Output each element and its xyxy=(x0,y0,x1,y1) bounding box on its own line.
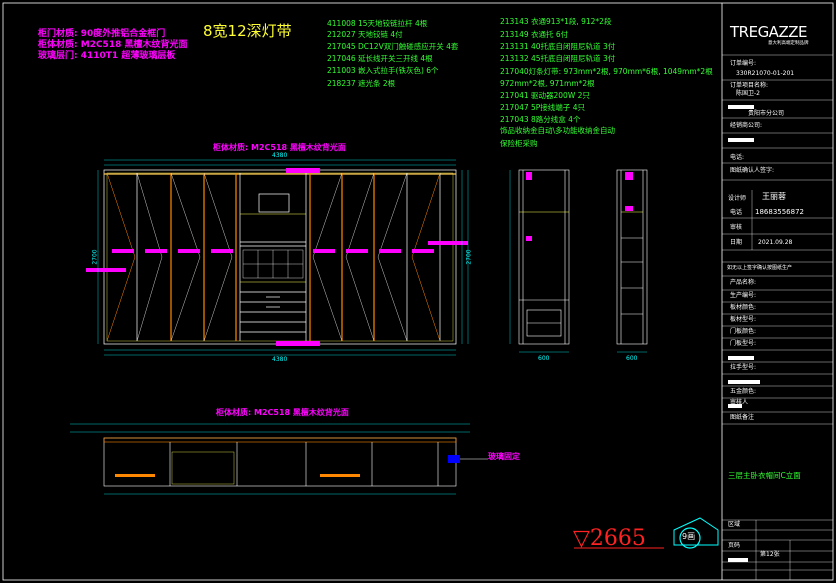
parts-right-1: 213149 衣通托 6付 xyxy=(500,30,569,39)
parts-right-8: 217043 8路分线盒 4个 xyxy=(500,115,581,124)
date-value: 2021.09.28 xyxy=(758,239,793,246)
parts-left-5: 218237 遮光条 2根 xyxy=(327,79,396,88)
parts-right-7: 217047 5P接线端子 4只 xyxy=(500,103,585,112)
section-marker-label: 9画 xyxy=(682,532,696,541)
label-block xyxy=(728,558,748,562)
row-production-no: 生产编号: xyxy=(730,292,757,299)
dim-side-b-width: 600 xyxy=(626,355,638,362)
cabinet-material-label-lower: 柜体材质: M2C518 黑檀木纹背光面 xyxy=(216,408,349,417)
parts-left-3: 217046 延长线开关三开线 4根 xyxy=(327,54,433,63)
section-marker-symbol xyxy=(673,517,719,549)
label-block xyxy=(728,380,760,384)
dim-bottom-overall: 4380 xyxy=(272,356,288,363)
parts-left-4: 211003 嵌入式拉手(铁灰色) 6个 xyxy=(327,66,439,75)
dealer-label: 经销商公司: xyxy=(730,122,763,129)
dim-side-a-width: 600 xyxy=(538,355,550,362)
parts-right-6: 217041 驱动器200W 2只 xyxy=(500,91,590,100)
label-block xyxy=(728,356,754,360)
cad-drawing-canvas[interactable]: { "title": "8宽12深灯带", "material_notes": … xyxy=(0,0,836,583)
brand-logo-subtitle: 意大利高端定制品牌 xyxy=(768,41,809,46)
room-label: 图纸备注 xyxy=(730,414,755,421)
row-product-name: 产品名称: xyxy=(730,279,757,286)
parts-left-2: 217045 DC12V双门触碰感应开关 4套 xyxy=(327,42,459,51)
date-label: 日期 xyxy=(730,239,743,246)
review-label: 审核 xyxy=(730,224,743,231)
row-board-model: 板材型号: xyxy=(730,316,757,323)
tel-value: 18683556872 xyxy=(755,208,804,216)
front-elevation xyxy=(86,159,469,356)
parts-right-10: 保险柜采购 xyxy=(500,139,538,148)
glass-fixed-annotation: 玻璃固定 xyxy=(488,452,520,461)
drawing-title: 8宽12深灯带 xyxy=(203,22,292,40)
side-section-b xyxy=(616,169,648,353)
order-no-value: 330R21070-01-201 xyxy=(736,70,795,77)
cabinet-material-label: 柜体材质: M2C518 黑檀木纹背光面 xyxy=(213,143,346,152)
row-hardware-color: 五金颜色: xyxy=(730,388,757,395)
label-block xyxy=(728,105,754,109)
confirm-notice: 如无以上签字确认按图纸生产 xyxy=(727,265,793,271)
brand-logo: TREGAZZE xyxy=(730,23,807,41)
material-note-1: 柜门材质: 90度外推铝合金框门 xyxy=(38,29,166,39)
parts-right-3: 213132 45托底自闭阻尼轨道 3付 xyxy=(500,54,616,63)
designer-name: 王丽蓉 xyxy=(762,192,786,201)
drawing-frame xyxy=(2,2,834,581)
label-block xyxy=(728,138,754,142)
parts-right-5: 972mm*2根, 971mm*2根 xyxy=(500,79,595,88)
page-label: 页码 xyxy=(728,542,741,549)
dealer-value: 贵阳市分公司 xyxy=(748,110,785,117)
side-section-a xyxy=(509,169,570,353)
room-value: 三层主卧衣帽间C立面 xyxy=(728,471,801,480)
parts-right-4: 217040灯条灯带: 973mm*2根, 970mm*6根, 1049mm*2… xyxy=(500,67,713,76)
phone-label: 电话: xyxy=(730,154,745,161)
material-note-2: 柜体材质: M2C518 黑檀木纹背光面 xyxy=(38,40,188,50)
dim-left-height: 2700 xyxy=(91,249,99,265)
project-value: 陈国卫-2 xyxy=(736,90,760,97)
parts-left-0: 411008 15天地铰链拉杆 4根 xyxy=(327,19,428,28)
dim-right-height: 2700 xyxy=(465,249,473,265)
area-label: 区域 xyxy=(728,521,741,528)
order-no-label: 订单编号: xyxy=(730,60,757,67)
parts-left-1: 212027 天地铰链 4付 xyxy=(327,30,403,39)
owner-sign-label: 图纸确认人签字: xyxy=(730,167,775,174)
designer-label: 设计师 xyxy=(728,195,747,202)
parts-right-2: 213131 40托底自闭阻尼轨道 3付 xyxy=(500,42,616,51)
sign-label: 审核人 xyxy=(730,399,749,406)
row-door-model: 门板型号: xyxy=(730,340,757,347)
dim-top-overall: 4380 xyxy=(272,152,288,159)
elevation-level-label: ▽2665 xyxy=(573,526,646,551)
drawing-svg[interactable] xyxy=(0,0,836,583)
parts-right-9: 饰品收纳金自动\多功能收纳金自动 xyxy=(500,126,616,135)
row-board-color: 板材颜色: xyxy=(730,304,757,311)
project-label: 订单项目名称: xyxy=(730,82,769,89)
parts-right-0: 213143 衣通913*1段, 912*2段 xyxy=(500,17,612,26)
material-note-3: 玻璃层门: 4110T1 超薄玻璃层板 xyxy=(38,51,176,61)
tel-label: 电话 xyxy=(730,209,743,216)
row-door-color: 门板颜色: xyxy=(730,328,757,335)
plan-view xyxy=(70,423,488,495)
row-handle-model: 拉手型号: xyxy=(730,364,757,371)
page-value: 第12张 xyxy=(760,551,780,558)
